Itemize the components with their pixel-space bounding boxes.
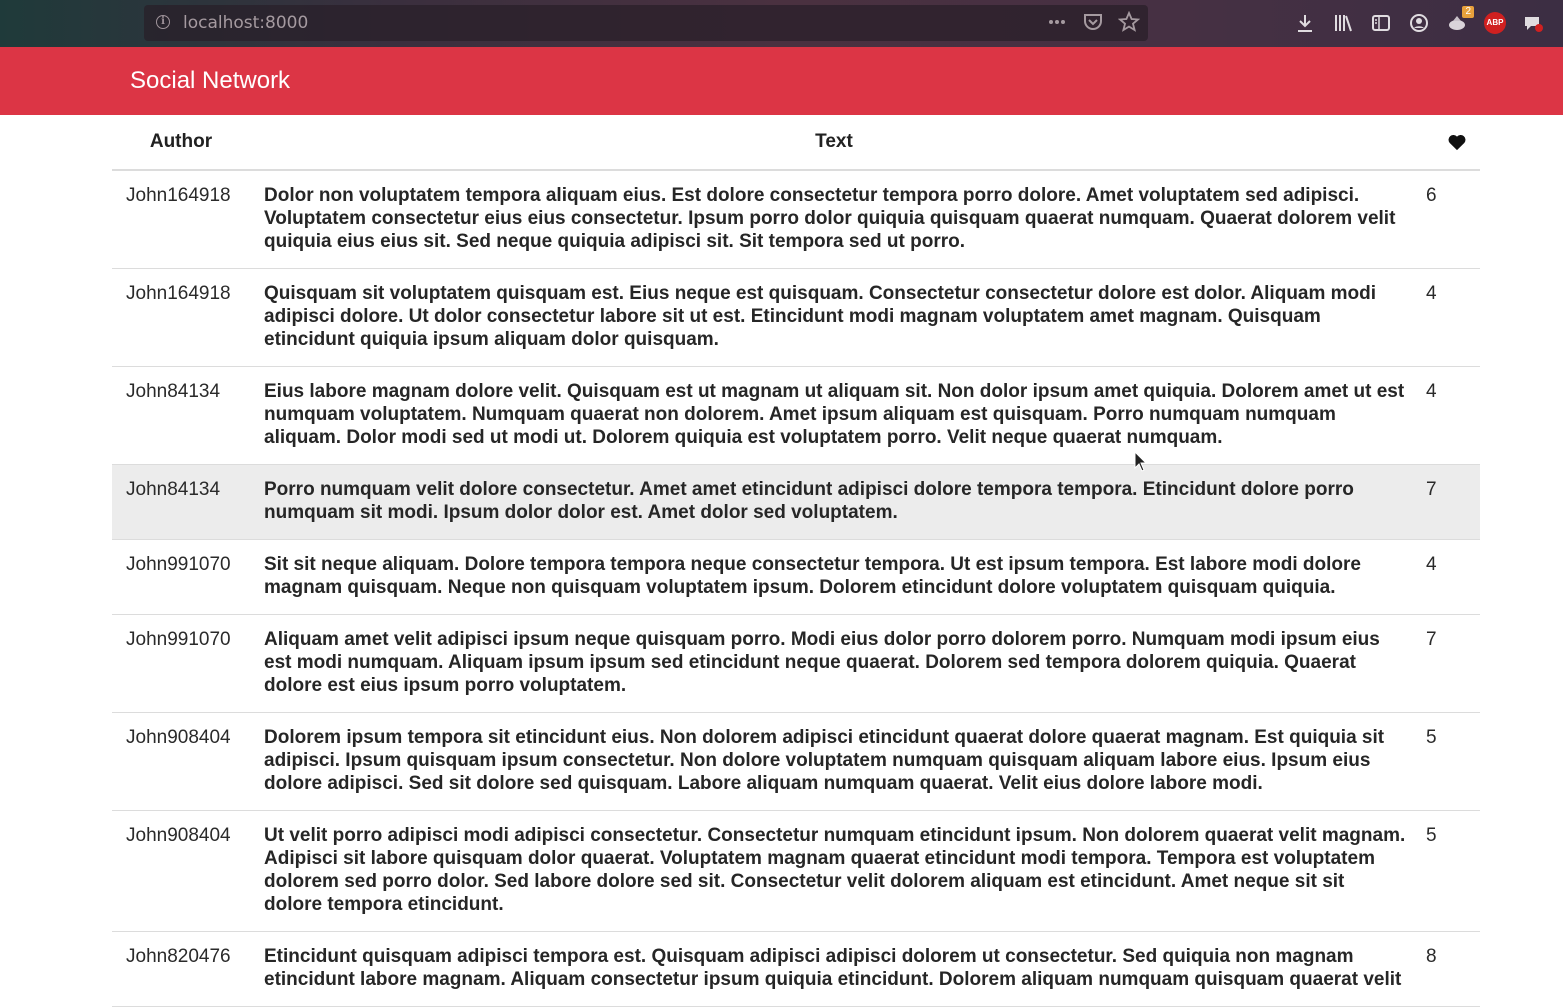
post-likes-count: 6 [1418,170,1480,269]
post-text: Dolor non voluptatem tempora aliquam eiu… [250,170,1418,269]
text-column-header: Text [250,115,1418,171]
post-likes-count: 4 [1418,366,1480,465]
table-header-row: Author Text [112,115,1480,171]
library-icon[interactable] [1332,10,1354,36]
post-likes-count: 5 [1418,810,1480,932]
post-likes-count: 8 [1418,931,1480,1007]
sidebar-icon[interactable] [1370,10,1392,36]
app-title[interactable]: Social Network [130,67,290,95]
post-author: John84134 [112,464,250,540]
pocket-icon[interactable] [1082,11,1104,35]
post-author: John991070 [112,539,250,615]
extension-icon[interactable]: 2 [1446,6,1474,36]
downloads-icon[interactable] [1294,10,1316,36]
posts-table: Author Text John164918 Dolor non voluptat… [112,115,1480,1007]
post-author: John908404 [112,810,250,932]
chat-extension-icon[interactable] [1522,10,1544,36]
post-author: John820476 [112,931,250,1007]
post-text: Ut velit porro adipisci modi adipisci co… [250,810,1418,932]
post-author: John991070 [112,614,250,713]
table-row[interactable]: John820476 Etincidunt quisquam adipisci t… [112,931,1480,1007]
table-row[interactable]: John84134 Porro numquam velit dolore cons… [112,464,1480,540]
heart-icon [1448,134,1466,151]
post-likes-count: 7 [1418,614,1480,713]
table-row[interactable]: John908404 Ut velit porro adipisci modi a… [112,810,1480,932]
mouse-cursor-icon [1134,451,1148,472]
bookmark-star-icon[interactable] [1117,10,1141,35]
browser-toolbar: i localhost:8000 2 ABP [0,0,1563,47]
url-text[interactable]: localhost:8000 [183,13,308,33]
table-row[interactable]: John84134 Eius labore magnam dolore velit… [112,366,1480,465]
post-likes-count: 4 [1418,539,1480,615]
post-text: Eius labore magnam dolore velit. Quisqua… [250,366,1418,465]
adblock-icon[interactable]: ABP [1484,10,1506,36]
post-text: Dolorem ipsum tempora sit etincidunt eiu… [250,712,1418,811]
post-text: Porro numquam velit dolore consectetur. … [250,464,1418,540]
post-likes-count: 5 [1418,712,1480,811]
post-text: Aliquam amet velit adipisci ipsum neque … [250,614,1418,713]
site-info-icon[interactable]: i [156,15,170,29]
post-text: Etincidunt quisquam adipisci tempora est… [250,931,1418,1007]
table-row[interactable]: John991070 Sit sit neque aliquam. Dolore … [112,539,1480,615]
post-text: Sit sit neque aliquam. Dolore tempora te… [250,539,1418,615]
likes-column-header [1418,115,1480,171]
posts-table-container: Author Text John164918 Dolor non voluptat… [112,115,1480,1007]
author-column-header: Author [112,115,250,171]
post-author: John84134 [112,366,250,465]
post-text: Quisquam sit voluptatem quisquam est. Ei… [250,268,1418,367]
post-author: John164918 [112,170,250,269]
notification-badge: 2 [1462,6,1474,18]
post-author: John908404 [112,712,250,811]
post-author: John164918 [112,268,250,367]
app-header: Social Network [0,47,1563,115]
table-row[interactable]: John164918 Quisquam sit voluptatem quisqu… [112,268,1480,367]
table-row[interactable]: John991070 Aliquam amet velit adipisci ip… [112,614,1480,713]
account-icon[interactable] [1408,10,1430,36]
post-likes-count: 4 [1418,268,1480,367]
post-likes-count: 7 [1418,464,1480,540]
address-bar[interactable]: i localhost:8000 [144,5,1148,41]
table-row[interactable]: John164918 Dolor non voluptatem tempora a… [112,170,1480,269]
table-row[interactable]: John908404 Dolorem ipsum tempora sit etin… [112,712,1480,811]
page-actions-icon[interactable] [1046,11,1068,35]
